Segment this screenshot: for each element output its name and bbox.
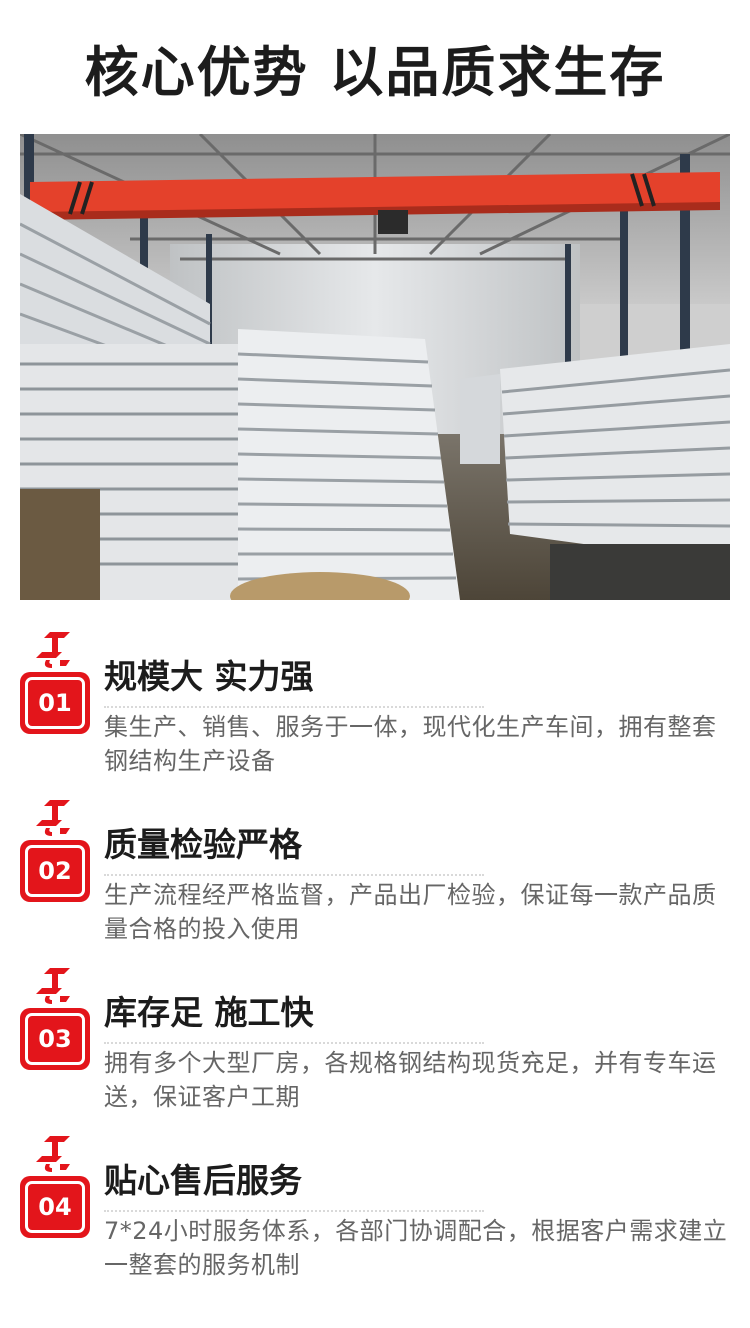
advantage-item-1: 01 规模大 实力强 集生产、销售、服务于一体，现代化生产车间，拥有整套钢结构生… (0, 630, 750, 790)
advantage-item-3: 03 库存足 施工快 拥有多个大型厂房，各规格钢结构现货充足，并有专车运送，保证… (0, 966, 750, 1126)
badge-number: 01 (25, 677, 85, 729)
item-title: 规模大 实力强 (104, 657, 314, 696)
divider (104, 1210, 484, 1212)
item-description: 生产流程经严格监督，产品出厂检验，保证每一款产品质量合格的投入使用 (104, 881, 717, 943)
item-title: 质量检验严格 (104, 825, 302, 864)
badge-number: 03 (25, 1013, 85, 1065)
advantage-item-2: 02 质量检验严格 生产流程经严格监督，产品出厂检验，保证每一款产品质量合格的投… (0, 798, 750, 958)
item-description: 集生产、销售、服务于一体，现代化生产车间，拥有整套钢结构生产设备 (104, 713, 717, 775)
number-badge: 01 (20, 630, 92, 742)
item-description: 拥有多个大型厂房，各规格钢结构现货充足，并有专车运送，保证客户工期 (104, 1049, 717, 1111)
steel-beam-icon (36, 800, 70, 836)
advantage-item-4: 04 贴心售后服务 7*24小时服务体系，各部门协调配合，根据客户需求建立一整套… (0, 1134, 750, 1294)
steel-beam-icon (36, 632, 70, 668)
number-badge: 02 (20, 798, 92, 910)
item-description: 7*24小时服务体系，各部门协调配合，根据客户需求建立一整套的服务机制 (104, 1217, 728, 1279)
divider (104, 1042, 484, 1044)
factory-photo (20, 134, 730, 600)
page-title: 核心优势 以品质求生存 (84, 41, 666, 104)
steel-beam-icon (36, 1136, 70, 1172)
badge-number: 04 (25, 1181, 85, 1233)
item-title: 贴心售后服务 (104, 1161, 302, 1200)
badge-number: 02 (25, 845, 85, 897)
divider (104, 874, 484, 876)
item-title: 库存足 施工快 (104, 993, 314, 1032)
warehouse-illustration (20, 134, 730, 600)
steel-beam-icon (36, 968, 70, 1004)
number-badge: 04 (20, 1134, 92, 1246)
number-badge: 03 (20, 966, 92, 1078)
divider (104, 706, 484, 708)
